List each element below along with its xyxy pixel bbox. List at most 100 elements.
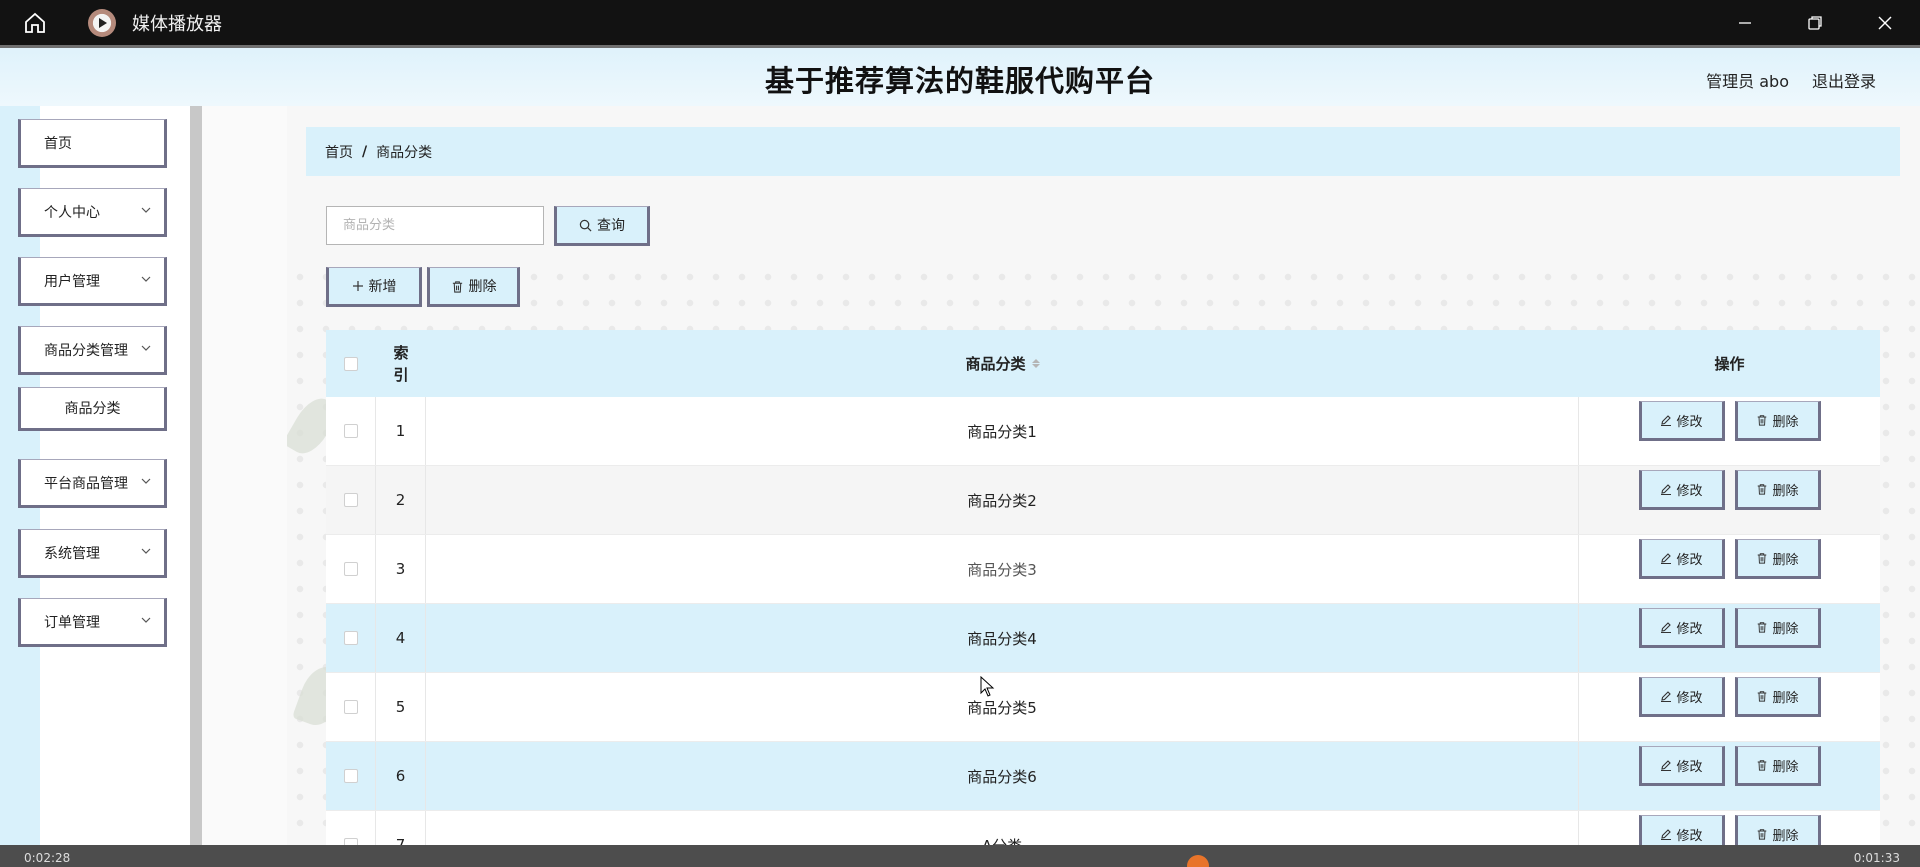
row-delete-button[interactable]: 删除 — [1734, 470, 1821, 510]
row-checkbox[interactable] — [343, 493, 358, 507]
player-control-bar: 0:02:28 0:01:33 — [0, 845, 1920, 867]
edit-icon — [1661, 760, 1672, 771]
plus-icon — [352, 281, 363, 291]
row-category-name: 商品分类6 — [426, 742, 1579, 810]
chevron-down-icon — [141, 478, 151, 484]
breadcrumb-home[interactable]: 首页 — [325, 142, 353, 162]
app-title: 媒体播放器 — [132, 13, 222, 35]
row-delete-button[interactable]: 删除 — [1734, 677, 1821, 717]
sidebar-item-users[interactable]: 用户管理 — [18, 257, 167, 306]
search-icon — [579, 219, 592, 231]
chevron-down-icon — [141, 617, 151, 623]
edit-icon — [1661, 415, 1672, 426]
row-checkbox[interactable] — [343, 562, 358, 576]
row-checkbox[interactable] — [343, 700, 358, 714]
row-delete-button[interactable]: 删除 — [1734, 746, 1821, 786]
edit-icon — [1661, 829, 1672, 840]
edit-label: 修改 — [1676, 483, 1703, 499]
edit-label: 修改 — [1676, 552, 1703, 568]
table-row: 4 商品分类4 修改 删除 — [326, 604, 1880, 673]
home-button[interactable] — [0, 0, 70, 45]
row-index: 4 — [376, 604, 426, 672]
site-header: 基于推荐算法的鞋服代购平台 管理员 abo 退出登录 — [0, 45, 1920, 106]
header-name[interactable]: 商品分类 — [426, 330, 1579, 397]
edit-button[interactable]: 修改 — [1638, 608, 1725, 648]
table-row: 6 商品分类6 修改 删除 — [326, 742, 1880, 811]
trash-icon — [1758, 553, 1767, 564]
sidebar-item-home[interactable]: 首页 — [18, 119, 167, 168]
seek-handle[interactable] — [1187, 855, 1209, 867]
chevron-down-icon — [141, 345, 151, 351]
sidebar-item-label: 订单管理 — [44, 614, 100, 631]
row-delete-button[interactable]: 删除 — [1734, 608, 1821, 648]
total-time: 0:01:33 — [1853, 851, 1900, 865]
row-delete-label: 删除 — [1772, 690, 1799, 706]
restore-button[interactable] — [1780, 0, 1850, 45]
row-index: 3 — [376, 535, 426, 603]
restore-icon — [1808, 15, 1822, 30]
trash-icon — [1758, 829, 1767, 840]
breadcrumb: 首页 / 商品分类 — [306, 127, 1900, 176]
batch-delete-button[interactable]: 删除 — [427, 267, 520, 307]
query-button[interactable]: 查询 — [554, 206, 650, 246]
row-category-name: 商品分类4 — [426, 604, 1579, 672]
row-index: 1 — [376, 397, 426, 465]
row-checkbox[interactable] — [343, 631, 358, 645]
row-index: 6 — [376, 742, 426, 810]
minimize-button[interactable] — [1710, 0, 1780, 45]
edit-label: 修改 — [1676, 690, 1703, 706]
sort-icon[interactable] — [1031, 359, 1040, 368]
add-button[interactable]: 新增 — [326, 267, 422, 307]
edit-button[interactable]: 修改 — [1638, 470, 1725, 510]
trash-icon — [1758, 760, 1767, 771]
sidebar-item-products[interactable]: 平台商品管理 — [18, 459, 167, 508]
edit-label: 修改 — [1676, 414, 1703, 430]
sidebar-subitem-category[interactable]: 商品分类 — [18, 387, 167, 431]
select-all-checkbox[interactable] — [344, 356, 358, 371]
sidebar-item-label: 商品分类 — [64, 401, 121, 417]
row-actions: 修改 删除 — [1579, 673, 1880, 741]
close-button[interactable] — [1850, 0, 1920, 45]
sidebar-item-label: 个人中心 — [44, 204, 100, 221]
row-checkbox[interactable] — [343, 769, 358, 783]
row-check-cell — [326, 397, 376, 465]
play-icon — [88, 8, 116, 37]
elapsed-time: 0:02:28 — [24, 851, 71, 865]
trash-icon — [1758, 415, 1767, 426]
row-index: 2 — [376, 466, 426, 534]
edit-button[interactable]: 修改 — [1638, 401, 1725, 441]
trash-icon — [1758, 484, 1767, 495]
breadcrumb-current: 商品分类 — [376, 144, 433, 161]
sidebar-item-personal[interactable]: 个人中心 — [18, 188, 167, 237]
row-check-cell — [326, 466, 376, 534]
edit-button[interactable]: 修改 — [1638, 677, 1725, 717]
sidebar-item-category-mgmt[interactable]: 商品分类管理 — [18, 326, 167, 375]
edit-button[interactable]: 修改 — [1638, 746, 1725, 786]
row-check-cell — [326, 673, 376, 741]
logout-link[interactable]: 退出登录 — [1812, 68, 1876, 92]
edit-icon — [1661, 553, 1672, 564]
row-delete-button[interactable]: 删除 — [1734, 401, 1821, 441]
row-delete-label: 删除 — [1772, 483, 1799, 499]
row-actions: 修改 删除 — [1579, 535, 1880, 603]
table-row: 5 商品分类5 修改 删除 — [326, 673, 1880, 742]
close-icon — [1878, 16, 1892, 29]
row-checkbox[interactable] — [343, 424, 358, 438]
row-actions: 修改 删除 — [1579, 397, 1880, 465]
row-delete-label: 删除 — [1772, 828, 1799, 844]
search-input[interactable] — [326, 206, 544, 245]
category-table: 索引 商品分类 操作 1 商品分类1 修改 删除 2 商品分类2 修改 删除 3 商品分类3 修改删… — [326, 330, 1880, 867]
edit-icon — [1661, 622, 1672, 633]
row-actions: 修改 删除 — [1579, 466, 1880, 534]
sidebar-item-system[interactable]: 系统管理 — [18, 529, 167, 578]
row-delete-label: 删除 — [1772, 552, 1799, 568]
mouse-cursor-icon — [980, 676, 995, 697]
row-category-name: 商品分类1 — [426, 397, 1579, 465]
add-label: 新增 — [368, 279, 397, 295]
row-delete-button[interactable]: 删除 — [1734, 539, 1821, 579]
row-check-cell — [326, 742, 376, 810]
row-category-name: 商品分类5 — [426, 673, 1579, 741]
table-row: 2 商品分类2 修改 删除 — [326, 466, 1880, 535]
edit-button[interactable]: 修改 — [1638, 539, 1725, 579]
sidebar-item-orders[interactable]: 订单管理 — [18, 598, 167, 647]
